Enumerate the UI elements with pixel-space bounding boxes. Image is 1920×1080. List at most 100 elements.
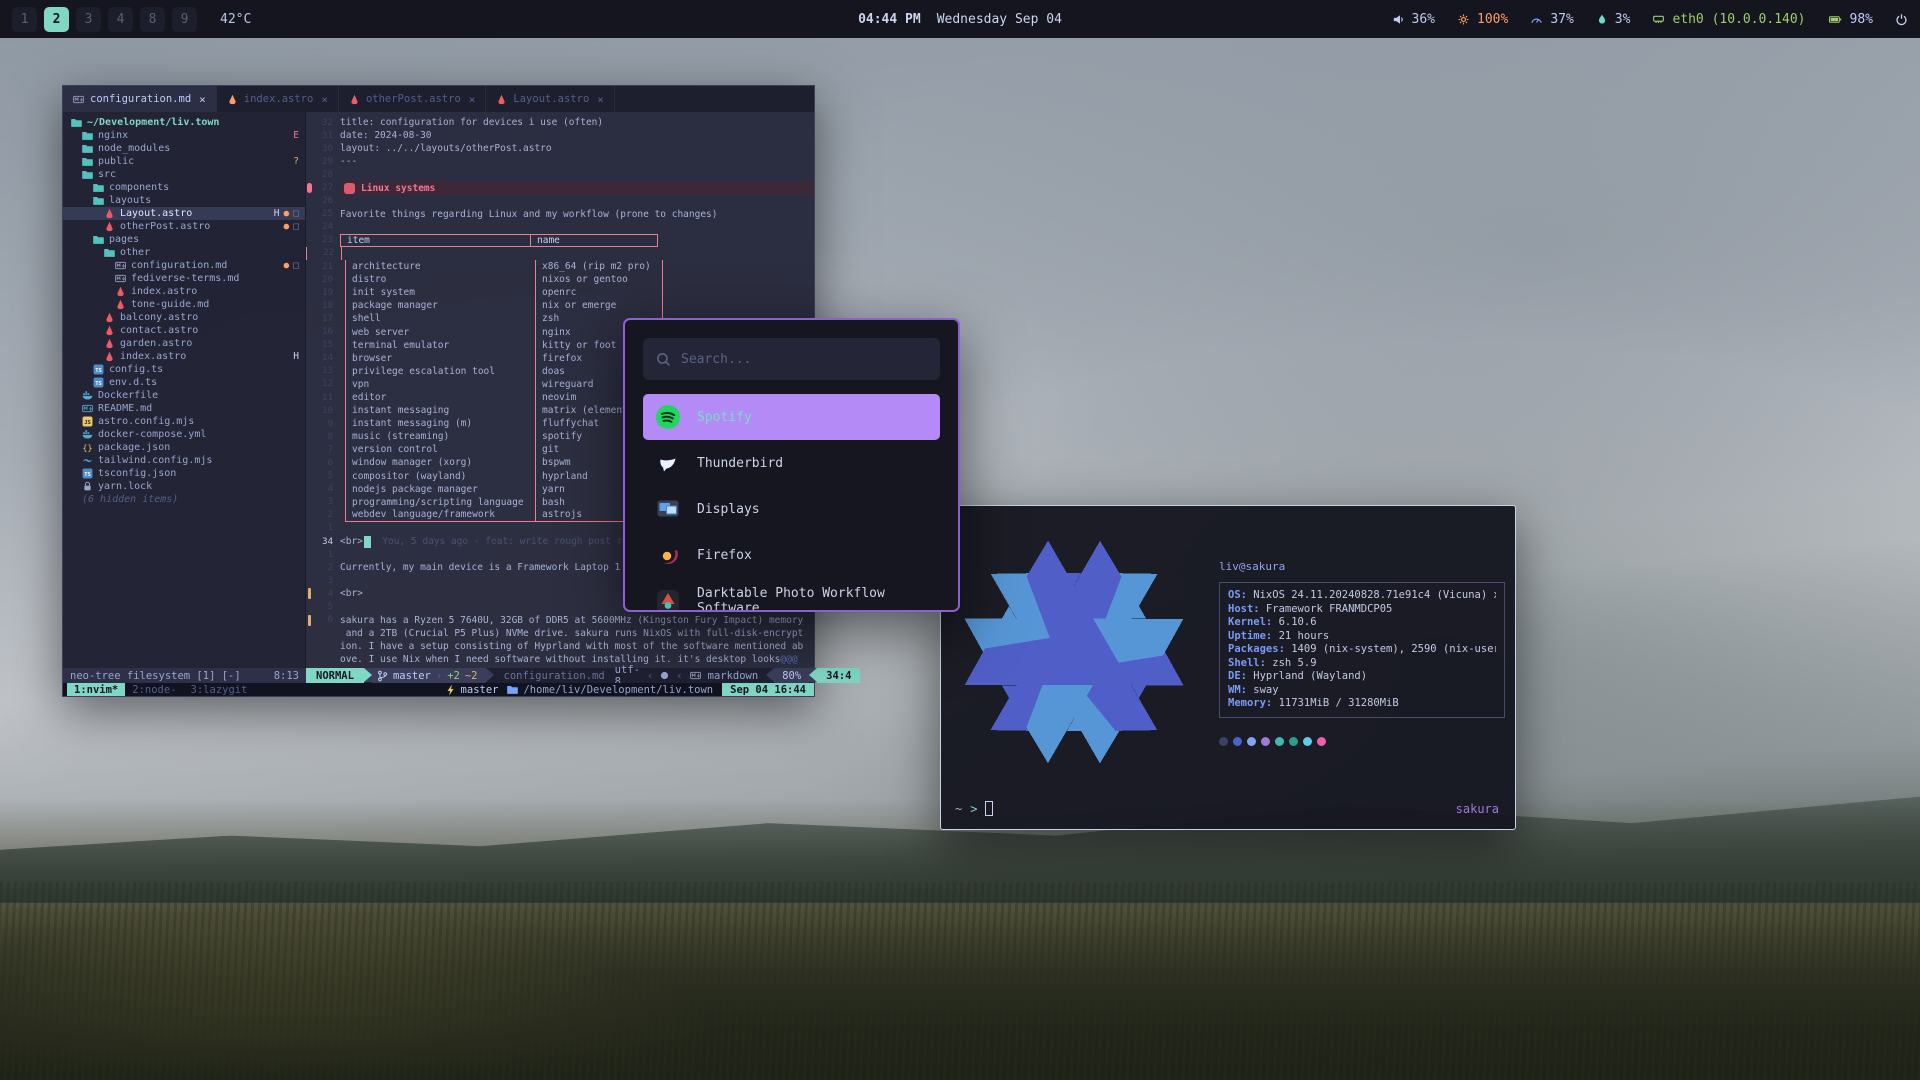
tree-item-pages[interactable]: pages	[63, 233, 305, 246]
close-icon[interactable]: ×	[469, 93, 476, 106]
tmux-window-3lazygit[interactable]: 3:lazygit	[184, 683, 255, 696]
tree-item-badges: ?	[293, 156, 299, 167]
table-header-cell: name	[530, 234, 658, 247]
buffer-line[interactable]: 31date: 2024-08-30	[306, 129, 814, 142]
docker-file-icon	[82, 429, 93, 440]
workspace-button-1[interactable]: 1	[12, 7, 37, 32]
tree-item-contact.astro[interactable]: contact.astro	[63, 324, 305, 337]
buffer-line[interactable]: ove. I use Nix when I need software with…	[306, 653, 814, 666]
tree-item-garden.astro[interactable]: garden.astro	[63, 337, 305, 350]
app-item-firefox[interactable]: Firefox	[643, 532, 940, 578]
tab-index.astro[interactable]: index.astro ×	[217, 86, 339, 112]
search-input[interactable]: Search...	[643, 338, 940, 380]
tree-item-components[interactable]: components	[63, 181, 305, 194]
battery-module[interactable]: 98%	[1828, 12, 1873, 27]
tree-item-yarn.lock[interactable]: yarn.lock	[63, 480, 305, 493]
fetch-info-box: OS: NixOS 24.11.20240828.71e91c4 (Vicuna…	[1219, 582, 1505, 718]
buffer-line[interactable]: 6sakura has a Ryzen 5 7640U, 32GB of DDR…	[306, 614, 814, 627]
buffer-line[interactable]: 22	[306, 247, 496, 260]
tmux-window-2node[interactable]: 2:node-	[125, 683, 183, 696]
tree-item-balcony.astro[interactable]: balcony.astro	[63, 311, 305, 324]
buffer-line[interactable]: 21architecturex86_64 (rip m2 pro)	[306, 260, 814, 273]
tree-item-docker-compose.yml[interactable]: docker-compose.yml	[63, 428, 305, 441]
disk-module[interactable]: 37%	[1530, 12, 1573, 27]
buffer-line[interactable]: 29---	[306, 155, 814, 168]
tree-item-tone-guide.md[interactable]: tone-guide.md	[63, 298, 305, 311]
tree-item-env.d.ts[interactable]: TSenv.d.ts	[63, 376, 305, 389]
buffer-line[interactable]: and a 2TB (Crucial P5 Plus) NVMe drive. …	[306, 627, 814, 640]
buffer-line[interactable]: 20distronixos or gentoo	[306, 273, 814, 286]
tree-item-nginx[interactable]: nginxE	[63, 129, 305, 142]
line-number: 4	[306, 484, 340, 494]
tree-item-src[interactable]: src	[63, 168, 305, 181]
tree-item-Dockerfile[interactable]: Dockerfile	[63, 389, 305, 402]
tree-item-fediverse-terms.md[interactable]: fediverse-terms.md	[63, 272, 305, 285]
tree-item-tailwind.config.mjs[interactable]: tailwind.config.mjs	[63, 454, 305, 467]
workspace-button-9[interactable]: 9	[172, 7, 197, 32]
buffer-line[interactable]: ion. I have a setup consisting of Hyprla…	[306, 640, 814, 653]
sidebar-status-text: neo-tree filesystem [1] [-]	[70, 670, 241, 682]
buffer-line[interactable]: 28	[306, 168, 814, 181]
brightness-module[interactable]: 100%	[1457, 12, 1508, 27]
tab-otherPost.astro[interactable]: otherPost.astro×	[339, 86, 486, 112]
tab-label: index.astro	[244, 93, 314, 105]
tree-item-index.astro[interactable]: index.astro	[63, 285, 305, 298]
tree-item-6hiddenitems[interactable]: (6 hidden items)	[63, 493, 305, 506]
tree-item-public[interactable]: public?	[63, 155, 305, 168]
separator: ‹	[676, 670, 682, 682]
buffer-line[interactable]: 25Favorite things regarding Linux and my…	[306, 208, 814, 221]
workspace-button-8[interactable]: 8	[140, 7, 165, 32]
buffer-line[interactable]: 27Linux systems	[306, 181, 814, 194]
tree-item-configuration.md[interactable]: configuration.md●□	[63, 259, 305, 272]
tree-item-config.ts[interactable]: TSconfig.ts	[63, 363, 305, 376]
buffer-line[interactable]: 26	[306, 195, 814, 208]
tree-item-node_modules[interactable]: node_modules	[63, 142, 305, 155]
tree-item-~Developmentliv.town[interactable]: ~/Development/liv.town	[63, 116, 305, 129]
fetch-label: Shell:	[1228, 657, 1266, 671]
disk-value: 37%	[1550, 12, 1573, 27]
buffer-line[interactable]: 18package managernix or emerge	[306, 299, 814, 312]
close-icon[interactable]: ×	[199, 93, 206, 106]
tree-item-Layout.astro[interactable]: Layout.astroH●□	[63, 207, 305, 220]
tree-item-layouts[interactable]: layouts	[63, 194, 305, 207]
workspace-button-4[interactable]: 4	[108, 7, 133, 32]
volume-module[interactable]: 36%	[1392, 12, 1435, 27]
tree-item-index.astro[interactable]: index.astroH	[63, 350, 305, 363]
tree-item-tsconfig.json[interactable]: TStsconfig.json	[63, 467, 305, 480]
buffer-line[interactable]: 23itemname	[306, 234, 814, 247]
line-number: 24	[306, 222, 340, 232]
app-item-spotify[interactable]: Spotify	[643, 394, 940, 440]
shell-prompt[interactable]: ~ >	[955, 801, 993, 816]
workspace-button-2[interactable]: 2	[44, 7, 69, 32]
tree-item-label: README.md	[98, 403, 152, 414]
tree-item-README.md[interactable]: README.md	[63, 402, 305, 415]
powerline-separator	[809, 668, 817, 682]
buffer-line[interactable]: 32title: configuration for devices i use…	[306, 116, 814, 129]
workspace-button-3[interactable]: 3	[76, 7, 101, 32]
line-number: 3	[306, 576, 340, 586]
heading-sign	[307, 183, 312, 193]
tree-item-astro.config.mjs[interactable]: JSastro.config.mjs	[63, 415, 305, 428]
buffer-line[interactable]: 24	[306, 221, 814, 234]
app-item-displays[interactable]: Displays	[643, 486, 940, 532]
line-number: 32	[306, 118, 340, 128]
app-item-darktable-photo-workflow-software[interactable]: Darktable Photo Workflow Software	[643, 578, 940, 612]
tab-configuration.md[interactable]: configuration.md×	[63, 86, 217, 112]
close-icon[interactable]: ×	[597, 93, 604, 106]
app-item-thunderbird[interactable]: Thunderbird	[643, 440, 940, 486]
tab-Layout.astro[interactable]: Layout.astro×	[486, 86, 614, 112]
search-icon	[656, 352, 671, 367]
tree-item-other[interactable]: other	[63, 246, 305, 259]
git-change-sign	[308, 588, 311, 599]
power-button[interactable]	[1895, 13, 1908, 26]
tmux-window-1nvim[interactable]: 1:nvim*	[67, 683, 125, 696]
tree-item-otherPost.astro[interactable]: otherPost.astro●□	[63, 220, 305, 233]
tree-item-package.json[interactable]: {}package.json	[63, 441, 305, 454]
palette-dot-6	[1303, 737, 1312, 746]
buffer-line[interactable]: 19init systemopenrc	[306, 286, 814, 299]
close-icon[interactable]: ×	[321, 93, 328, 106]
network-module[interactable]: eth0 (10.0.0.140)	[1652, 12, 1805, 27]
tree-item-label: Layout.astro	[120, 208, 192, 219]
cpu-module[interactable]: 3%	[1596, 12, 1631, 27]
buffer-line[interactable]: 30layout: ../../layouts/otherPost.astro	[306, 142, 814, 155]
